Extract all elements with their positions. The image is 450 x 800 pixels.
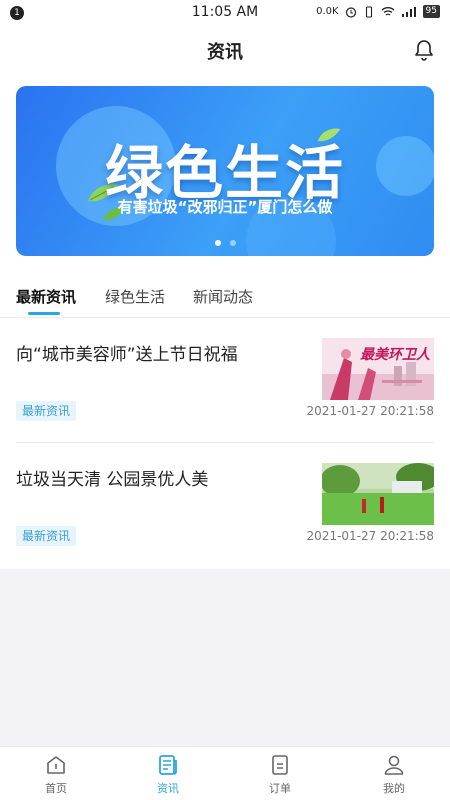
nav-news-label: 资讯 <box>157 782 179 795</box>
news-list-item[interactable]: 向“城市美容师”送上节日祝福 最新资讯 2021-01-27 20:21:58 … <box>0 318 450 442</box>
nav-home-label: 首页 <box>45 782 67 795</box>
home-icon <box>47 756 65 774</box>
active-tab-indicator <box>28 312 60 315</box>
page-header: 资讯 <box>0 26 450 74</box>
thumbnail-image <box>322 463 434 525</box>
status-icons: 0.0K 95 <box>316 5 440 18</box>
vibrate-icon <box>365 5 372 18</box>
nav-profile[interactable]: 我的 <box>364 753 424 796</box>
category-tabs: 最新资讯 绿色生活 新闻动态 <box>0 278 450 318</box>
news-icon <box>159 755 177 775</box>
alarm-icon <box>345 6 356 18</box>
status-bar: 1 11:05 AM 0.0K 95 <box>0 0 450 26</box>
news-thumbnail <box>322 463 434 525</box>
battery-level: 95 <box>422 5 440 18</box>
tab-news-updates[interactable]: 新闻动态 <box>193 286 253 307</box>
news-thumbnail: 最美环卫人 <box>322 338 434 400</box>
news-title: 垃圾当天清 公园景优人美 <box>16 470 209 490</box>
carousel-dot-active <box>214 240 221 246</box>
network-speed: 0.0K <box>316 6 339 17</box>
profile-icon <box>384 755 404 775</box>
news-category-badge: 最新资讯 <box>16 526 77 546</box>
wifi-icon <box>381 6 394 16</box>
bell-icon[interactable] <box>412 38 436 62</box>
nav-orders-label: 订单 <box>269 782 291 795</box>
carousel-dot <box>229 240 236 246</box>
news-timestamp: 2021-01-27 20:21:58 <box>306 529 434 543</box>
banner-subline: 有害垃圾“改邪归正”厦门怎么做 <box>117 198 333 216</box>
banner-carousel[interactable]: 绿色生活 有害垃圾“改邪归正”厦门怎么做 <box>16 86 434 256</box>
nav-news[interactable]: 资讯 <box>138 753 198 796</box>
nav-profile-label: 我的 <box>383 782 405 795</box>
carousel-indicator <box>16 240 434 246</box>
news-list-item[interactable]: 垃圾当天清 公园景优人美 最新资讯 2021-01-27 20:21:58 <box>0 443 450 567</box>
news-category-badge: 最新资讯 <box>16 401 77 421</box>
news-title: 向“城市美容师”送上节日祝福 <box>16 345 238 365</box>
page-title: 资讯 <box>207 42 243 63</box>
tab-latest-news[interactable]: 最新资讯 <box>16 286 76 307</box>
tab-green-life[interactable]: 绿色生活 <box>105 286 165 307</box>
nav-home[interactable]: 首页 <box>26 753 86 796</box>
order-icon <box>272 755 288 775</box>
thumbnail-caption: 最美环卫人 <box>360 347 430 363</box>
nav-orders[interactable]: 订单 <box>250 753 310 796</box>
news-timestamp: 2021-01-27 20:21:58 <box>306 404 434 418</box>
signal-icon <box>401 6 416 17</box>
bottom-nav: 首页 资讯 订单 我的 <box>0 746 450 800</box>
